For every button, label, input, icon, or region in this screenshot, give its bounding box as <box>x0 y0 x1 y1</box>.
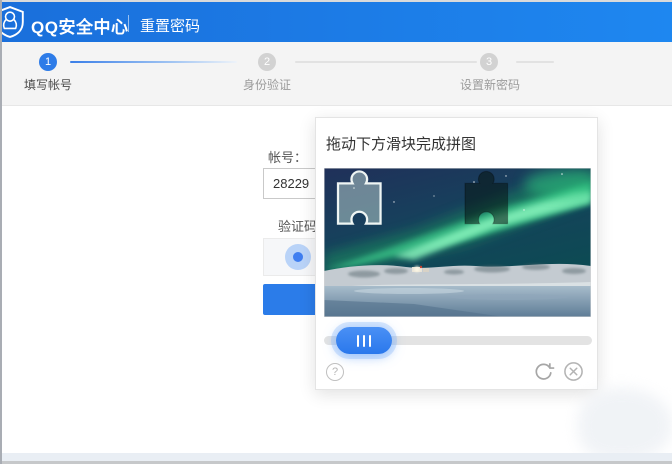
captcha-puzzle-image <box>324 168 591 317</box>
step-2-label: 身份验证 <box>243 78 292 92</box>
step-2-circle: 2 <box>258 53 276 71</box>
grip-bar-icon <box>363 334 365 347</box>
grip-bar-icon <box>369 334 371 347</box>
step-1-circle: 1 <box>39 53 57 71</box>
grip-bar-icon <box>357 334 359 347</box>
captcha-loading-dot-icon <box>293 252 303 262</box>
refresh-icon[interactable] <box>532 360 555 383</box>
captcha-label: 验证码 <box>278 219 318 234</box>
captcha-instruction: 拖动下方滑块完成拼图 <box>326 136 477 153</box>
background-watermark-blob <box>578 388 672 460</box>
window-left-edge <box>0 0 2 464</box>
step-connector-3 <box>516 61 554 63</box>
step-3-circle: 3 <box>480 53 498 71</box>
app-header: QQ安全中心 重置密码 <box>0 2 672 42</box>
slider-handle[interactable] <box>336 327 392 354</box>
qq-shield-penguin-icon <box>0 6 24 38</box>
header-divider <box>128 15 129 32</box>
step-connector-2 <box>295 61 477 63</box>
page-subtitle: 重置密码 <box>140 18 201 35</box>
app-title: QQ安全中心 <box>31 18 129 37</box>
qq-security-center-window: QQ安全中心 重置密码 1 填写帐号 2 身份验证 3 设置新密码 帐号： 验证… <box>0 0 672 464</box>
window-bottom-strip <box>0 453 672 461</box>
step-indicator: 1 填写帐号 2 身份验证 3 设置新密码 <box>0 42 672 106</box>
close-icon[interactable] <box>563 361 584 382</box>
slider-captcha-popup: 拖动下方滑块完成拼图 ? <box>315 117 598 390</box>
step-connector-1 <box>70 61 237 63</box>
account-label: 帐号： <box>268 150 308 165</box>
step-3-label: 设置新密码 <box>459 78 520 92</box>
step-1-label: 填写帐号 <box>24 78 73 92</box>
help-icon[interactable]: ? <box>326 363 344 381</box>
